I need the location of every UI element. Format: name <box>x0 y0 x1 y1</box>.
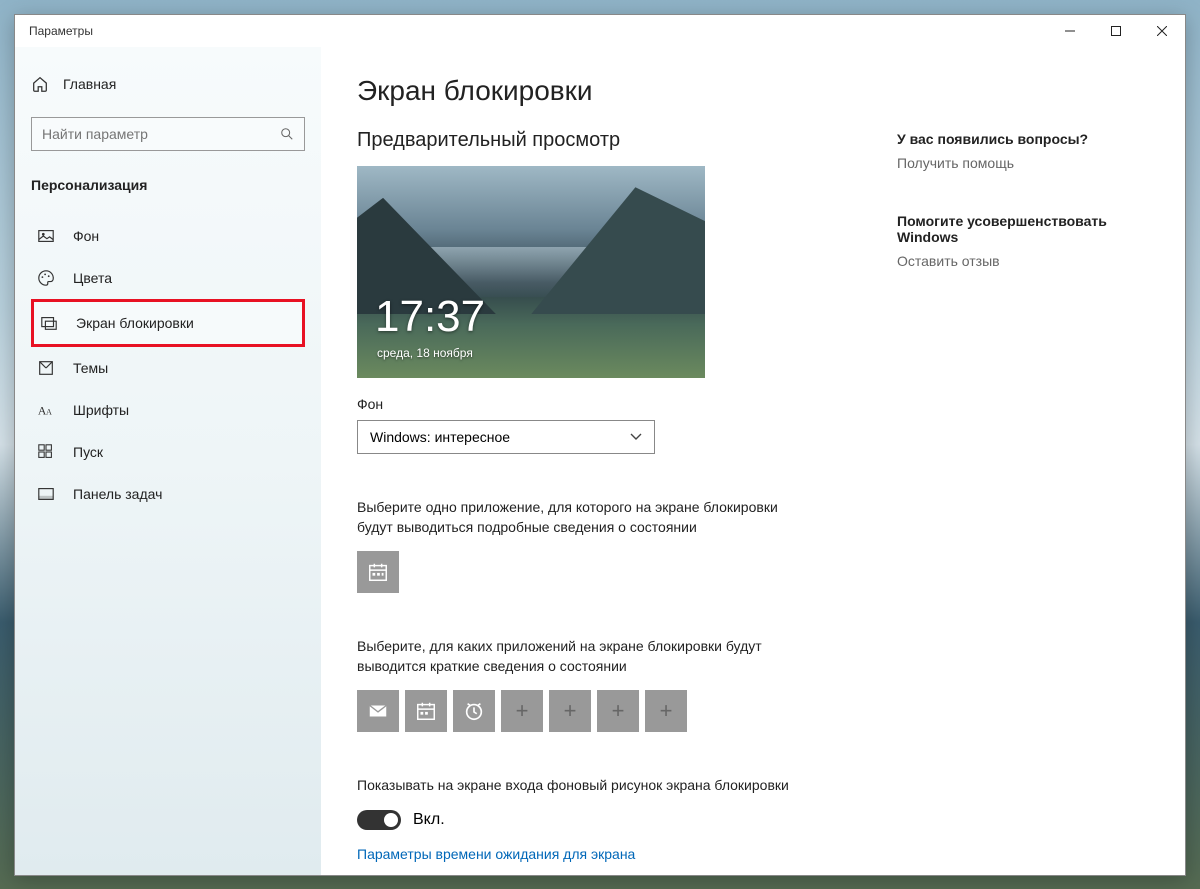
background-label: Фон <box>357 396 897 412</box>
settings-window: Параметры Главная <box>14 14 1186 876</box>
titlebar-buttons <box>1047 15 1185 47</box>
close-button[interactable] <box>1139 15 1185 47</box>
clock-icon <box>463 700 485 722</box>
quick-app-add-slot[interactable]: + <box>501 690 543 732</box>
plus-icon: + <box>612 698 625 724</box>
plus-icon: + <box>564 698 577 724</box>
home-label: Главная <box>63 76 116 92</box>
detailed-status-row <box>357 551 897 593</box>
plus-icon: + <box>660 698 673 724</box>
taskbar-icon <box>37 485 55 503</box>
lockscreen-preview: 17:37 среда, 18 ноября <box>357 166 705 378</box>
toggle-state-label: Вкл. <box>413 811 445 829</box>
sidebar-item-label: Темы <box>73 360 108 376</box>
sidebar-item-label: Пуск <box>73 444 103 460</box>
page-title: Экран блокировки <box>357 75 897 107</box>
home-button[interactable]: Главная <box>31 69 305 99</box>
quick-app-add-slot[interactable]: + <box>645 690 687 732</box>
sidebar-item-taskbar[interactable]: Панель задач <box>31 473 305 515</box>
mail-icon <box>367 700 389 722</box>
sidebar-item-label: Экран блокировки <box>76 315 194 331</box>
svg-text:A: A <box>46 408 52 417</box>
content-area: Главная Персонализация Фон Цвета <box>15 47 1185 875</box>
sidebar-item-themes[interactable]: Темы <box>31 347 305 389</box>
detailed-app-calendar[interactable] <box>357 551 399 593</box>
palette-icon <box>37 269 55 287</box>
sidebar-item-label: Фон <box>73 228 99 244</box>
home-icon <box>31 75 49 93</box>
feedback-heading: Помогите усовершенствовать Windows <box>897 213 1139 245</box>
show-bg-toggle-row: Вкл. <box>357 810 897 830</box>
sidebar-item-label: Шрифты <box>73 402 129 418</box>
quick-status-label: Выберите, для каких приложений на экране… <box>357 637 817 676</box>
preview-heading: Предварительный просмотр <box>357 129 897 152</box>
detailed-status-label: Выберите одно приложение, для которого н… <box>357 498 817 537</box>
preview-date: среда, 18 ноября <box>377 346 473 360</box>
preview-decoration <box>531 187 705 314</box>
maximize-button[interactable] <box>1093 15 1139 47</box>
titlebar: Параметры <box>15 15 1185 47</box>
picture-icon <box>37 227 55 245</box>
sidebar-item-fonts[interactable]: AA Шрифты <box>31 389 305 431</box>
lockscreen-icon <box>40 314 58 332</box>
quick-app-add-slot[interactable]: + <box>597 690 639 732</box>
start-icon <box>37 443 55 461</box>
sidebar-item-label: Панель задач <box>73 486 162 502</box>
screen-timeout-link[interactable]: Параметры времени ожидания для экрана <box>357 846 897 862</box>
plus-icon: + <box>516 698 529 724</box>
chevron-down-icon <box>630 433 642 441</box>
search-icon <box>280 127 294 141</box>
search-input[interactable] <box>42 126 280 142</box>
preview-time: 17:37 <box>375 292 485 342</box>
quick-app-alarm[interactable] <box>453 690 495 732</box>
sidebar-item-start[interactable]: Пуск <box>31 431 305 473</box>
feedback-link[interactable]: Оставить отзыв <box>897 253 1139 269</box>
window-title: Параметры <box>29 24 93 38</box>
sidebar-item-background[interactable]: Фон <box>31 215 305 257</box>
quick-app-calendar[interactable] <box>405 690 447 732</box>
section-label: Персонализация <box>31 173 305 197</box>
background-dropdown[interactable]: Windows: интересное <box>357 420 655 454</box>
dropdown-value: Windows: интересное <box>370 429 510 445</box>
calendar-icon <box>415 700 437 722</box>
themes-icon <box>37 359 55 377</box>
sidebar-item-lockscreen[interactable]: Экран блокировки <box>31 299 305 347</box>
help-heading: У вас появились вопросы? <box>897 131 1139 147</box>
quick-app-add-slot[interactable]: + <box>549 690 591 732</box>
get-help-link[interactable]: Получить помощь <box>897 155 1139 171</box>
fonts-icon: AA <box>37 401 55 419</box>
right-column: У вас появились вопросы? Получить помощь… <box>897 75 1167 875</box>
quick-app-mail[interactable] <box>357 690 399 732</box>
search-box[interactable] <box>31 117 305 151</box>
sidebar-item-label: Цвета <box>73 270 112 286</box>
show-bg-label: Показывать на экране входа фоновый рисун… <box>357 776 817 796</box>
quick-status-row: + + + + <box>357 690 897 732</box>
calendar-icon <box>367 561 389 583</box>
main-panel: Экран блокировки Предварительный просмот… <box>321 47 1185 875</box>
sidebar: Главная Персонализация Фон Цвета <box>15 47 321 875</box>
sidebar-item-colors[interactable]: Цвета <box>31 257 305 299</box>
minimize-button[interactable] <box>1047 15 1093 47</box>
show-bg-toggle[interactable] <box>357 810 401 830</box>
main-column: Экран блокировки Предварительный просмот… <box>357 75 897 875</box>
